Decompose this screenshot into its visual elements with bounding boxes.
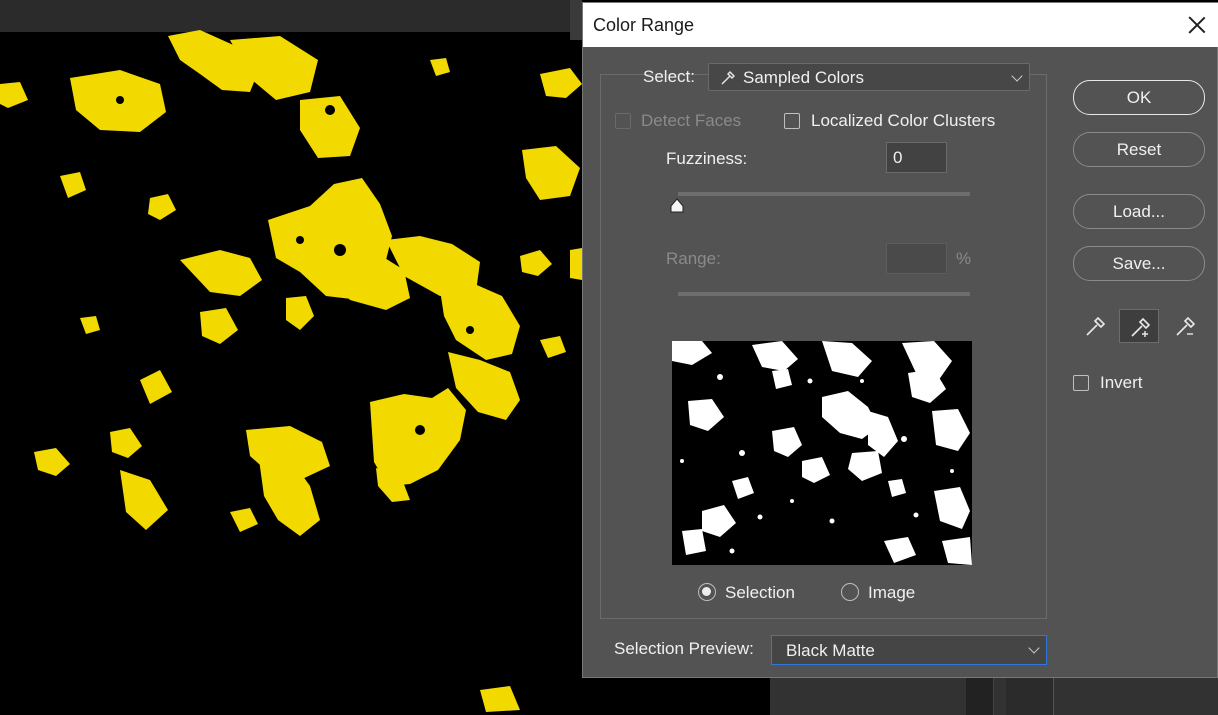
select-dropdown[interactable]: Sampled Colors [708, 63, 1030, 91]
fuzziness-slider-thumb[interactable] [669, 198, 685, 214]
selection-preview-value: Black Matte [786, 641, 875, 660]
eyedropper-minus-icon[interactable] [1165, 309, 1205, 343]
invert-checkbox[interactable] [1073, 375, 1089, 391]
fuzziness-slider-track[interactable] [678, 192, 970, 196]
selection-preview-thumbnail [672, 341, 972, 565]
selection-preview-dropdown[interactable]: Black Matte [771, 635, 1047, 665]
selection-preview-label: Selection Preview: [614, 639, 754, 658]
image-radio-label: Image [868, 583, 916, 602]
range-slider-track [678, 292, 970, 296]
chevron-down-icon [1028, 642, 1040, 654]
preview-mask-image [672, 341, 972, 565]
localized-color-clusters-label: Localized Color Clusters [811, 111, 996, 130]
eyedropper-icon [721, 71, 735, 85]
range-label: Range: [666, 249, 721, 268]
range-field [886, 243, 947, 274]
selection-radio-label: Selection [725, 583, 795, 602]
fuzziness-value: 0 [893, 148, 903, 167]
range-unit: % [956, 249, 972, 268]
close-icon[interactable] [1185, 13, 1209, 37]
black-matte-selection-image [0, 30, 582, 712]
reset-button[interactable]: Reset [1073, 132, 1205, 167]
select-value: Sampled Colors [743, 68, 864, 87]
fuzziness-label: Fuzziness: [666, 149, 748, 168]
bottom-panels-strip [770, 678, 1218, 715]
select-label: Select: [643, 67, 695, 86]
invert-label: Invert [1100, 373, 1143, 392]
eyedropper-icon[interactable] [1075, 309, 1115, 343]
title-bar[interactable]: Color Range [583, 3, 1218, 47]
detect-faces-checkbox[interactable] [615, 113, 631, 129]
localized-color-clusters-checkbox[interactable] [784, 113, 800, 129]
ok-button[interactable]: OK [1073, 80, 1205, 115]
chevron-down-icon [1011, 70, 1023, 82]
eyedropper-plus-icon[interactable] [1119, 309, 1159, 343]
dialog-title: Color Range [593, 15, 695, 35]
fuzziness-field[interactable]: 0 [886, 142, 947, 173]
save-button[interactable]: Save... [1073, 246, 1205, 281]
color-range-dialog: Color Range Select: Sampled Colors Detec… [582, 2, 1218, 678]
detect-faces-label: Detect Faces [641, 111, 742, 130]
load-button[interactable]: Load... [1073, 194, 1205, 229]
selection-radio[interactable] [698, 583, 716, 601]
image-radio[interactable] [841, 583, 859, 601]
